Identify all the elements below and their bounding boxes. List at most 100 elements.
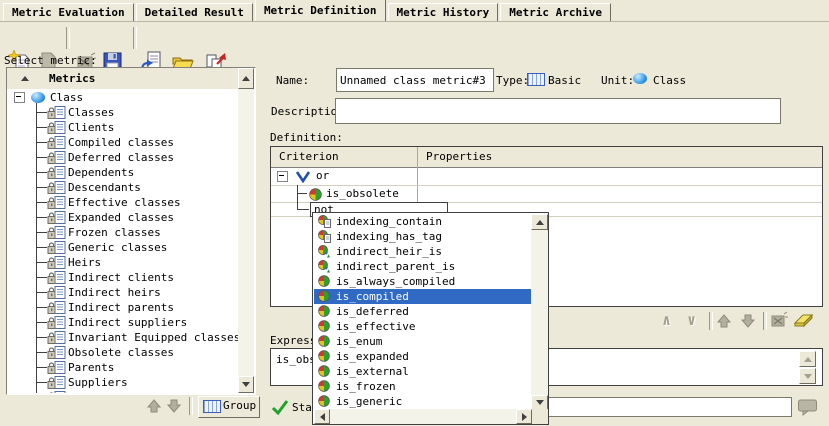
tree-root-class[interactable]: Class	[7, 90, 238, 105]
dropdown-vscroll-track[interactable]	[531, 230, 548, 408]
scroll-up-icon	[536, 220, 544, 225]
tree-item-classes[interactable]: Classes	[7, 105, 238, 120]
dropdown-item-indexing-has-tag[interactable]: indexing_has_tag	[314, 229, 531, 244]
dropdown-hscroll-track[interactable]	[330, 409, 516, 424]
tree-item-label: Suppliers	[68, 375, 128, 390]
dropdown-scroll-down-button[interactable]	[531, 395, 548, 410]
tab-bar: Metric EvaluationDetailed ResultMetric D…	[0, 0, 829, 22]
tree-item-label: Compiled classes	[68, 135, 174, 150]
tab-metric-archive[interactable]: Metric Archive	[500, 3, 611, 21]
tree-item-uncompiled-classes[interactable]: Uncompiled classes	[7, 390, 238, 393]
tree-branch-line	[36, 292, 47, 293]
tree-item-deferred-classes[interactable]: Deferred classes	[7, 150, 238, 165]
tree-item-descendants[interactable]: Descendants	[7, 180, 238, 195]
unit-value: Class	[653, 74, 686, 87]
tree-item-effective-classes[interactable]: Effective classes	[7, 195, 238, 210]
tree-branch-line	[297, 209, 309, 210]
dropdown-item-label: is_expanded	[336, 349, 409, 364]
dropdown-item-indirect-heir-is[interactable]: indirect_heir_is	[314, 244, 531, 259]
scroll-up-icon	[242, 76, 250, 81]
tree-scroll-up-button[interactable]	[238, 68, 254, 89]
tree-item-indirect-parents[interactable]: Indirect parents	[7, 300, 238, 315]
criterion-row-is-obsolete[interactable]: is_obsolete	[271, 186, 822, 202]
tree-item-obsolete-classes[interactable]: Obsolete classes	[7, 345, 238, 360]
dropdown-item-is-always-compiled[interactable]: is_always_compiled	[314, 274, 531, 289]
dropdown-item-indirect-parent-is[interactable]: indirect_parent_is	[314, 259, 531, 274]
tree-item-frozen-classes[interactable]: Frozen classes	[7, 225, 238, 240]
dropdown-scroll-up-button[interactable]	[531, 214, 548, 230]
dropdown-item-is-external[interactable]: is_external	[314, 364, 531, 379]
tab-metric-definition[interactable]: Metric Definition	[255, 0, 386, 21]
name-input[interactable]	[336, 68, 494, 92]
dropdown-item-is-generic[interactable]: is_generic	[314, 394, 531, 409]
criterion-column-header[interactable]: Criterion Properties	[271, 147, 822, 168]
tree-item-dependents[interactable]: Dependents	[7, 165, 238, 180]
expression-scroll-down-button	[799, 368, 816, 384]
scrollbar-corner	[532, 409, 548, 424]
tree-item-parents[interactable]: Parents	[7, 360, 238, 375]
tree-item-generic-classes[interactable]: Generic classes	[7, 240, 238, 255]
tree-item-label: Dependents	[68, 165, 134, 180]
dropdown-item-is-enum[interactable]: is_enum	[314, 334, 531, 349]
tree-item-label: Deferred classes	[68, 150, 174, 165]
tree-branch-line	[36, 142, 47, 143]
move-criterion-down-button	[740, 313, 756, 332]
tree-branch-line	[36, 157, 47, 158]
dropdown-item-is-deferred[interactable]: is_deferred	[314, 304, 531, 319]
tree-scroll-down-button[interactable]	[238, 376, 254, 393]
tree-item-label: Classes	[68, 105, 114, 120]
erase-criterion-button[interactable]	[792, 311, 815, 333]
tree-scrollbar-track[interactable]	[238, 89, 254, 376]
tree-item-clients[interactable]: Clients	[7, 120, 238, 135]
tree-item-label: Obsolete classes	[68, 345, 174, 360]
sort-ascending-icon	[21, 76, 29, 81]
criterion-row-or[interactable]: or	[271, 167, 822, 185]
type-value: Basic	[548, 74, 581, 87]
tree-item-invariant-equipped-classes[interactable]: Invariant Equipped classes	[7, 330, 238, 345]
collapse-box-icon[interactable]	[14, 92, 25, 103]
criterion-label: or	[316, 167, 329, 185]
dropdown-item-is-frozen[interactable]: is_frozen	[314, 379, 531, 394]
dropdown-item-label: is_frozen	[336, 379, 396, 394]
dropdown-item-label: indexing_has_tag	[336, 229, 442, 244]
expression-scroll-up-button	[799, 351, 816, 367]
class-unit-icon	[633, 73, 647, 84]
tree-item-label: Effective classes	[68, 195, 181, 210]
tree-column-header[interactable]: Metrics	[7, 68, 238, 90]
tree-item-heirs[interactable]: Heirs	[7, 255, 238, 270]
tree-item-label: Uncompiled classes	[68, 390, 187, 393]
tree-item-expanded-classes[interactable]: Expanded classes	[7, 210, 238, 225]
tab-metric-history[interactable]: Metric History	[388, 3, 499, 21]
toolbar-separator	[133, 27, 137, 49]
scroll-left-icon	[320, 413, 325, 421]
group-button-label: Group	[223, 397, 256, 415]
tree-item-indirect-heirs[interactable]: Indirect heirs	[7, 285, 238, 300]
tree-item-suppliers[interactable]: Suppliers	[7, 375, 238, 390]
group-button[interactable]: Group	[198, 396, 260, 418]
tree-item-label: Generic classes	[68, 240, 167, 255]
tree-branch-line	[36, 172, 47, 173]
dropdown-scroll-right-button[interactable]	[516, 409, 532, 424]
tree-item-label: Indirect suppliers	[68, 315, 187, 330]
tab-metric-evaluation[interactable]: Metric Evaluation	[3, 3, 134, 21]
collapse-box-icon[interactable]	[277, 171, 288, 182]
dropdown-item-label: is_effective	[336, 319, 415, 334]
speech-bubble-icon	[797, 398, 819, 416]
class-unit-icon	[31, 92, 45, 103]
dropdown-item-indexing-contain[interactable]: indexing_contain	[314, 214, 531, 229]
or-criterion-button: ∨	[687, 311, 696, 329]
tree-item-label: Descendants	[68, 180, 141, 195]
tree-item-compiled-classes[interactable]: Compiled classes	[7, 135, 238, 150]
description-input[interactable]	[335, 98, 781, 124]
dropdown-item-is-effective[interactable]: is_effective	[314, 319, 531, 334]
criterion-dropdown: indexing_containindexing_has_tagindirect…	[312, 212, 549, 425]
tab-detailed-result[interactable]: Detailed Result	[136, 3, 253, 21]
tree-item-indirect-clients[interactable]: Indirect clients	[7, 270, 238, 285]
tree-item-label: Frozen classes	[68, 225, 161, 240]
delete-criterion-button	[769, 311, 789, 333]
dropdown-scroll-left-button[interactable]	[314, 409, 330, 424]
eraser-icon	[792, 311, 815, 330]
dropdown-item-is-compiled[interactable]: is_compiled	[314, 289, 531, 304]
dropdown-item-is-expanded[interactable]: is_expanded	[314, 349, 531, 364]
tree-item-indirect-suppliers[interactable]: Indirect suppliers	[7, 315, 238, 330]
